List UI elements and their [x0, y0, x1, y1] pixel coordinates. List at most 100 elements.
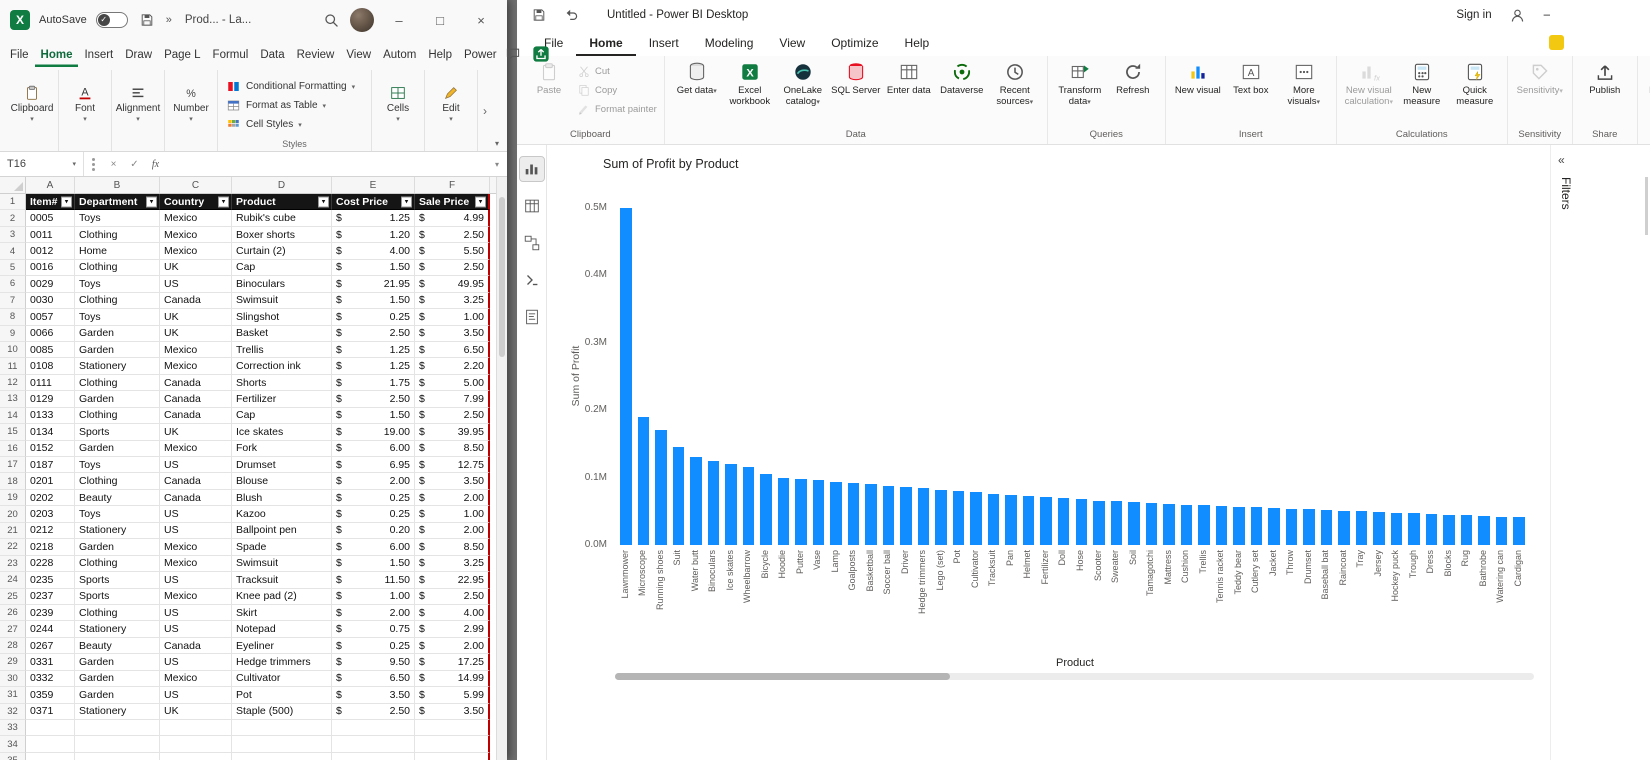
chart-bar[interactable]: [760, 474, 772, 545]
chart-bar[interactable]: [1198, 505, 1210, 545]
column-header-e[interactable]: E: [332, 177, 415, 193]
cell-clothing[interactable]: Clothing: [75, 374, 160, 392]
cell-1-00[interactable]: $1.00: [332, 588, 415, 605]
cell-uk[interactable]: UK: [160, 259, 232, 277]
chart-bar[interactable]: [1075, 499, 1087, 545]
cell-us[interactable]: US: [160, 687, 232, 704]
cell-canada[interactable]: Canada: [160, 489, 232, 507]
row-number[interactable]: 34: [0, 736, 26, 753]
cell-4-00[interactable]: $4.00: [332, 243, 415, 260]
cell-4[interactable]: [332, 752, 415, 760]
cell-2-00[interactable]: $2.00: [415, 637, 490, 655]
cell-skirt[interactable]: Skirt: [232, 604, 332, 622]
cell-2-99[interactable]: $2.99: [415, 621, 490, 638]
row-number[interactable]: 24: [0, 572, 26, 589]
cell-6-00[interactable]: $6.00: [332, 440, 415, 457]
chart-bar[interactable]: [935, 489, 947, 545]
cell-3-50[interactable]: $3.50: [415, 325, 490, 342]
cell-2-50[interactable]: $2.50: [415, 226, 490, 244]
cell-2[interactable]: [160, 720, 232, 737]
cell-4-00[interactable]: $4.00: [415, 604, 490, 622]
cell-0267[interactable]: 0267: [26, 637, 75, 655]
cell-rubik-s-cube[interactable]: Rubik's cube: [232, 210, 332, 227]
cell-1[interactable]: [75, 720, 160, 737]
minimize-button[interactable]: –: [1544, 9, 1550, 21]
cell-3-50[interactable]: $3.50: [415, 703, 490, 720]
row-number[interactable]: 9: [0, 325, 26, 342]
cell-0332[interactable]: 0332: [26, 670, 75, 688]
row-number[interactable]: 11: [0, 358, 26, 375]
cell-2[interactable]: [160, 752, 232, 760]
menu-view[interactable]: View: [766, 30, 818, 56]
cell-uk[interactable]: UK: [160, 309, 232, 326]
cell-us[interactable]: US: [160, 604, 232, 622]
row-number[interactable]: 26: [0, 604, 26, 622]
row-number[interactable]: 20: [0, 506, 26, 523]
row-number[interactable]: 22: [0, 539, 26, 556]
cell-4-99[interactable]: $4.99: [415, 210, 490, 227]
excel-tab-data[interactable]: Data: [254, 44, 290, 67]
excel-tab-power[interactable]: Power: [458, 44, 503, 67]
column-header-d[interactable]: D: [232, 177, 332, 193]
cell-mexico[interactable]: Mexico: [160, 358, 232, 375]
cell-beauty[interactable]: Beauty: [75, 637, 160, 655]
more-visuals-button[interactable]: More visuals▾: [1279, 61, 1329, 107]
cell-notepad[interactable]: Notepad: [232, 621, 332, 638]
comments-icon[interactable]: [503, 44, 523, 64]
cell-clothing[interactable]: Clothing: [75, 292, 160, 310]
name-box[interactable]: T16 ▾: [0, 152, 84, 176]
header-cell-sale-price[interactable]: Sale Price ▾: [415, 194, 490, 211]
menu-help[interactable]: Help: [892, 30, 943, 56]
chart-bar[interactable]: [1443, 514, 1455, 545]
cell-beauty[interactable]: Beauty: [75, 489, 160, 507]
excel-tab-autom[interactable]: Autom: [377, 44, 422, 67]
row-number[interactable]: 16: [0, 440, 26, 457]
cell-us[interactable]: US: [160, 506, 232, 523]
cell-0[interactable]: [26, 736, 75, 753]
cell-11-50[interactable]: $11.50: [332, 572, 415, 589]
cell-3-50[interactable]: $3.50: [415, 473, 490, 490]
cell-boxer-shorts[interactable]: Boxer shorts: [232, 226, 332, 244]
cell-canada[interactable]: Canada: [160, 473, 232, 490]
cell-mexico[interactable]: Mexico: [160, 341, 232, 359]
cell-0152[interactable]: 0152: [26, 440, 75, 457]
cell-blouse[interactable]: Blouse: [232, 473, 332, 490]
model-view-button[interactable]: [520, 231, 544, 255]
cell-0066[interactable]: 0066: [26, 325, 75, 342]
cell-19-00[interactable]: $19.00: [332, 424, 415, 441]
cell-6-95[interactable]: $6.95: [332, 457, 415, 474]
chart-bar[interactable]: [1215, 505, 1228, 545]
dataverse-button[interactable]: Dataverse: [937, 61, 987, 96]
cell-5-99[interactable]: $5.99: [415, 687, 490, 704]
cell-1-25[interactable]: $1.25: [332, 358, 415, 375]
chart-bar[interactable]: [865, 484, 877, 545]
pane-scrollbar[interactable]: [1645, 177, 1648, 235]
excel-tab-formul[interactable]: Formul: [207, 44, 255, 67]
row-number[interactable]: 12: [0, 374, 26, 392]
vertical-scrollbar[interactable]: [496, 177, 507, 760]
row-number[interactable]: 23: [0, 555, 26, 573]
cell-22-95[interactable]: $22.95: [415, 572, 490, 589]
cell-us[interactable]: US: [160, 572, 232, 589]
sign-in-link[interactable]: Sign in: [1456, 9, 1491, 21]
cell-knee-pad-2[interactable]: Knee pad (2): [232, 588, 332, 605]
user-avatar[interactable]: [350, 8, 374, 32]
chart-bar[interactable]: [900, 487, 912, 545]
cell-0005[interactable]: 0005: [26, 210, 75, 227]
filter-dropdown-icon[interactable]: ▾: [218, 196, 229, 208]
cell-clothing[interactable]: Clothing: [75, 226, 160, 244]
cell-0029[interactable]: 0029: [26, 276, 75, 293]
cell-0244[interactable]: 0244: [26, 621, 75, 638]
cell-mexico[interactable]: Mexico: [160, 210, 232, 227]
cell-3[interactable]: [232, 736, 332, 753]
cell-0228[interactable]: 0228: [26, 555, 75, 573]
cell-0111[interactable]: 0111: [26, 374, 75, 392]
cell-garden[interactable]: Garden: [75, 654, 160, 671]
ribbon-group-font[interactable]: A Font ▾: [59, 70, 112, 151]
chart-bar[interactable]: [672, 447, 685, 545]
cell-hedge-trimmers[interactable]: Hedge trimmers: [232, 654, 332, 671]
transform-data-button[interactable]: Transform data▾: [1055, 61, 1105, 107]
ribbon-group-cells[interactable]: Cells ▾: [372, 70, 425, 151]
cell-1-25[interactable]: $1.25: [332, 210, 415, 227]
dax-query-view-button[interactable]: [520, 268, 544, 292]
